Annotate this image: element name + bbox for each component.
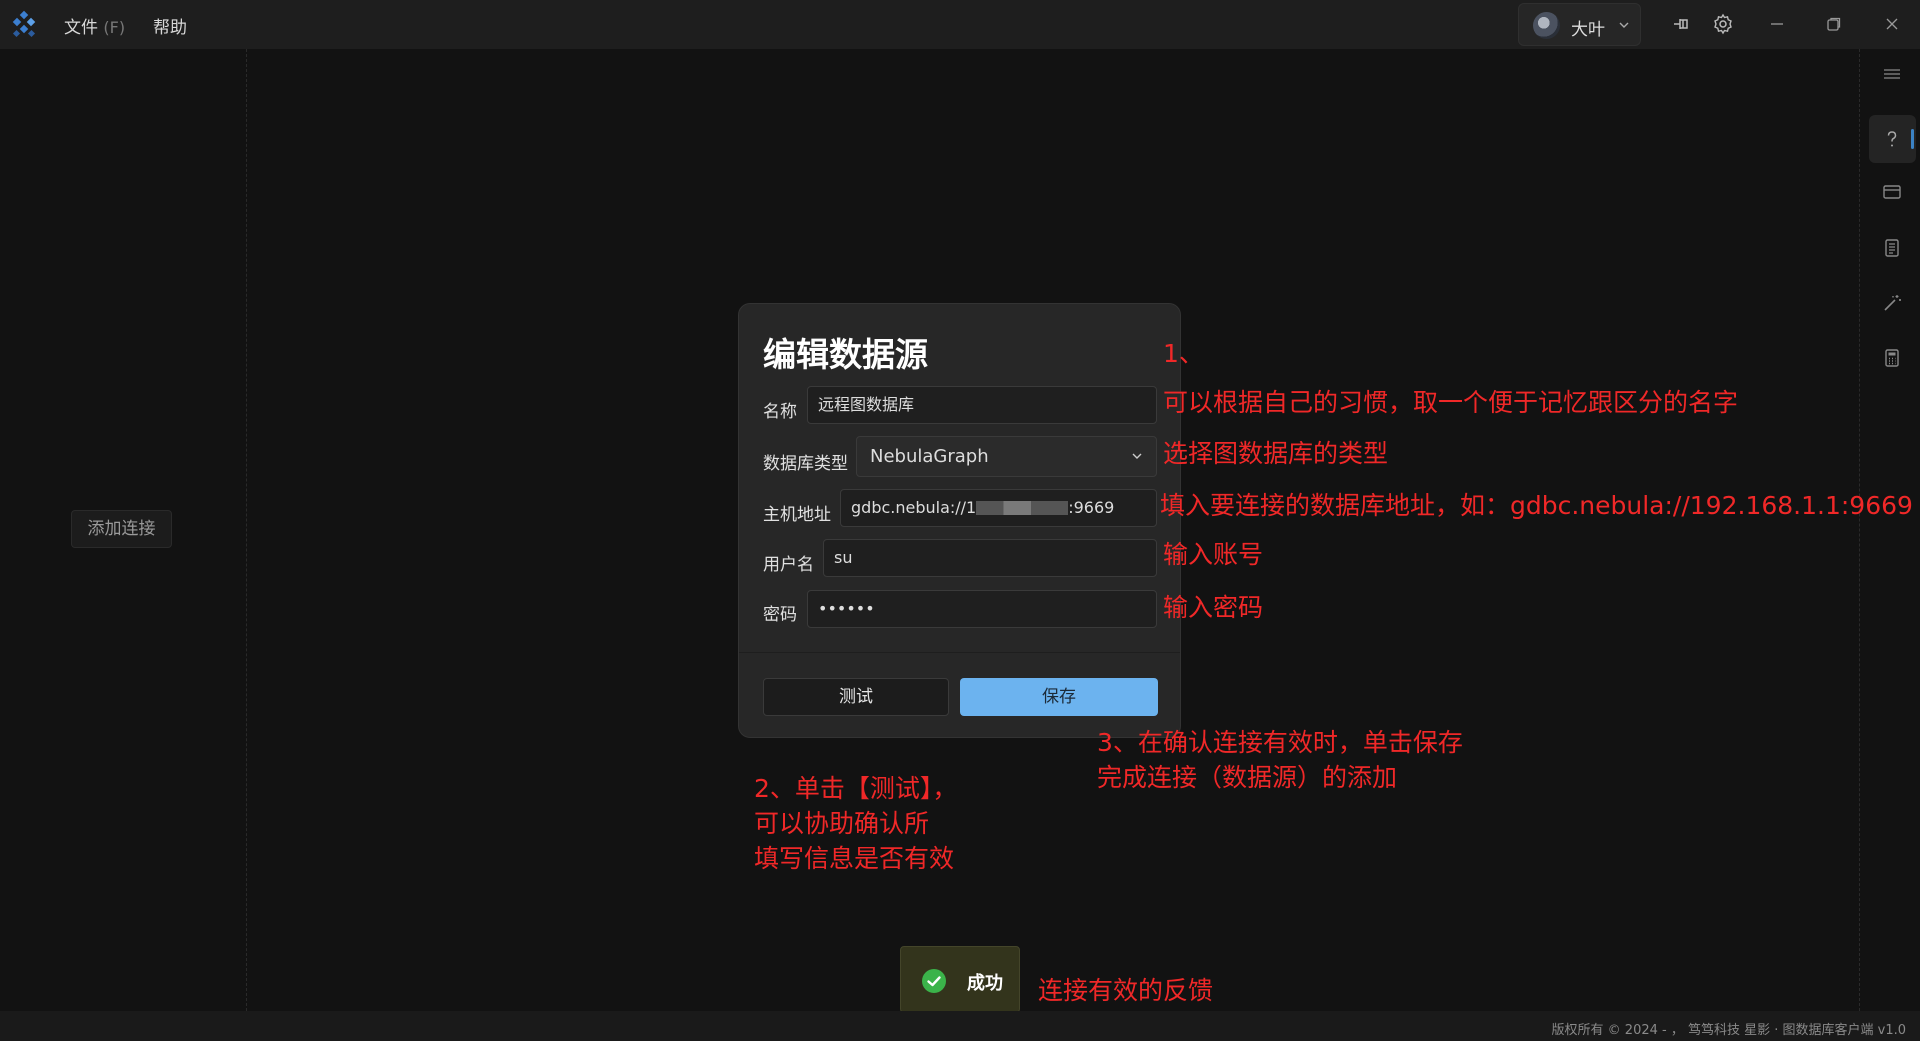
name-label: 名称 bbox=[763, 402, 797, 422]
title-bar: 文件 (F) 帮助 大叶 bbox=[0, 0, 1920, 49]
edit-datasource-dialog: 编辑数据源 名称 远程图数据库 数据库类型 NebulaGraph 主机地址 g… bbox=[738, 303, 1181, 738]
annotation-2-line2: 可以协助确认所 bbox=[754, 809, 930, 838]
menu-file[interactable]: 文件 (F) bbox=[64, 13, 125, 38]
annotation-db-type: 选择图数据库的类型 bbox=[1163, 439, 1389, 468]
annotation-password: 输入密码 bbox=[1163, 593, 1264, 622]
save-button[interactable]: 保存 bbox=[960, 678, 1158, 716]
avatar bbox=[1533, 12, 1560, 39]
menu-help[interactable]: 帮助 bbox=[153, 13, 187, 38]
annotation-3-line1: 3、在确认连接有效时，单击保存 bbox=[1097, 728, 1463, 757]
close-icon[interactable] bbox=[1880, 12, 1904, 36]
minimize-icon[interactable] bbox=[1765, 12, 1789, 36]
user-name: 大叶 bbox=[1571, 20, 1605, 40]
pin-icon[interactable] bbox=[1669, 12, 1693, 36]
copyright-text: 版权所有 © 2024 - ， 笃笃科技 星影 · 图数据库客户端 v1.0 bbox=[1551, 1023, 1906, 1038]
gear-icon[interactable] bbox=[1711, 12, 1735, 36]
calculator-icon[interactable] bbox=[1880, 346, 1904, 370]
document-icon[interactable] bbox=[1880, 236, 1904, 260]
db-type-select[interactable]: NebulaGraph bbox=[856, 436, 1157, 477]
annotation-2-line1: 2、单击【测试】， bbox=[754, 774, 958, 803]
host-input[interactable]: gdbc.nebula://1 :9669 bbox=[840, 489, 1157, 527]
check-circle-icon bbox=[922, 969, 946, 993]
menu-file-hotkey: (F) bbox=[103, 18, 126, 37]
name-input[interactable]: 远程图数据库 bbox=[807, 386, 1157, 424]
host-label: 主机地址 bbox=[763, 505, 831, 525]
db-type-label: 数据库类型 bbox=[763, 454, 848, 474]
username-label: 用户名 bbox=[763, 555, 814, 575]
annotation-2-line3: 填写信息是否有效 bbox=[754, 844, 955, 873]
user-menu[interactable]: 大叶 bbox=[1518, 3, 1641, 46]
toast-text: 成功 bbox=[967, 973, 1003, 994]
annotation-1-text: 可以根据自己的习惯，取一个便于记忆跟区分的名字 bbox=[1163, 388, 1739, 417]
host-value-prefix: gdbc.nebula://1 bbox=[851, 498, 977, 517]
right-panel-divider bbox=[1859, 49, 1860, 1011]
menu-icon[interactable] bbox=[1880, 62, 1904, 86]
chevron-down-icon bbox=[1132, 453, 1142, 459]
annotation-username: 输入账号 bbox=[1163, 540, 1264, 569]
test-button[interactable]: 测试 bbox=[763, 678, 949, 716]
redacted-mask bbox=[976, 501, 1069, 515]
db-type-value: NebulaGraph bbox=[870, 446, 989, 467]
password-label: 密码 bbox=[763, 605, 797, 625]
question-icon bbox=[1887, 131, 1897, 147]
annotation-toast: 连接有效的反馈 bbox=[1038, 976, 1214, 1005]
left-panel-divider[interactable] bbox=[246, 49, 247, 1011]
sidebar-active-indicator bbox=[1911, 129, 1914, 149]
app-logo-icon bbox=[12, 10, 36, 38]
dialog-title: 编辑数据源 bbox=[763, 335, 928, 374]
restore-icon[interactable] bbox=[1822, 12, 1846, 36]
dialog-footer-divider bbox=[739, 652, 1180, 653]
annotation-1-number: 1、 bbox=[1163, 339, 1204, 368]
host-value-suffix: :9669 bbox=[1068, 498, 1115, 517]
status-bar: 版权所有 © 2024 - ， 笃笃科技 星影 · 图数据库客户端 v1.0 bbox=[0, 1011, 1920, 1041]
menu-help-label: 帮助 bbox=[153, 18, 187, 38]
username-input[interactable]: su bbox=[823, 539, 1157, 577]
annotation-3-line2: 完成连接（数据源）的添加 bbox=[1097, 763, 1398, 792]
card-icon[interactable] bbox=[1880, 180, 1904, 204]
magic-wand-icon[interactable] bbox=[1880, 291, 1904, 315]
annotation-host: 填入要连接的数据库地址，如：gdbc.nebula://192.168.1.1:… bbox=[1160, 491, 1913, 520]
add-connection-button[interactable]: 添加连接 bbox=[71, 510, 172, 548]
success-toast: 成功 bbox=[900, 946, 1020, 1013]
chevron-down-icon bbox=[1619, 22, 1629, 28]
menu-file-label: 文件 bbox=[64, 18, 98, 38]
password-input[interactable]: •••••• bbox=[807, 590, 1157, 628]
